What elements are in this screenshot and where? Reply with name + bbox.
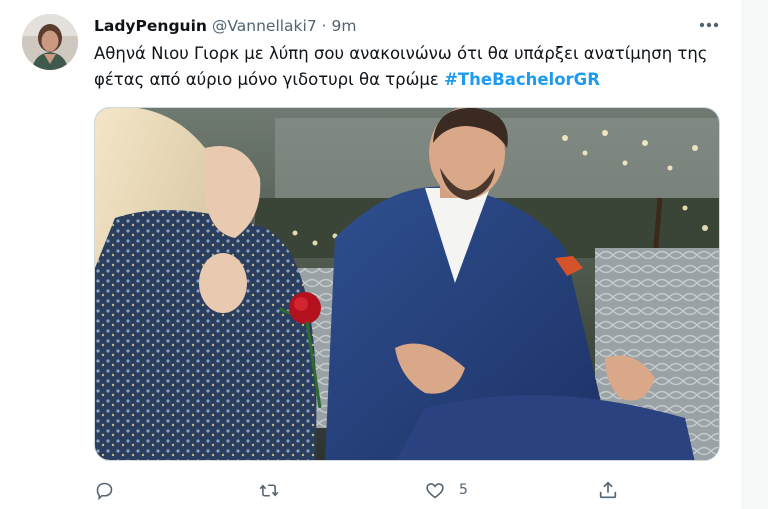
timestamp[interactable]: 9m [332, 17, 357, 35]
like-button[interactable]: 5 [424, 478, 468, 502]
user-handle[interactable]: @Vannellaki7 [212, 17, 317, 35]
tweet-actions: 5 [94, 478, 724, 502]
hashtag-link[interactable]: #TheBachelorGR [444, 70, 600, 89]
reply-button[interactable] [94, 478, 128, 502]
share-button[interactable] [597, 478, 619, 502]
retweet-icon [259, 483, 279, 497]
tweet-text: Αθηνά Νιου Γιορκ με λύπη σου ανακοινώνω … [94, 41, 734, 93]
tweet-text-line-2: φέτας από αύριο μόνο γιδοτυρι θα τρώμε #… [94, 67, 734, 93]
like-icon [426, 482, 444, 498]
tweet-text-line-2-body: φέτας από αύριο μόνο γιδοτυρι θα τρώμε [94, 70, 445, 89]
more-button[interactable] [694, 14, 724, 36]
reply-icon [96, 482, 113, 500]
right-column-edge [743, 0, 768, 509]
more-icon [699, 22, 719, 28]
share-icon [599, 481, 617, 499]
avatar[interactable] [22, 14, 78, 70]
retweet-button[interactable] [258, 478, 293, 502]
like-count: 5 [459, 482, 468, 498]
tweet-card[interactable]: LadyPenguin @Vannellaki7 · 9m Αθηνά Νιου… [0, 0, 742, 509]
display-name[interactable]: LadyPenguin [94, 17, 207, 35]
tweet-header: LadyPenguin @Vannellaki7 · 9m [94, 16, 356, 36]
tv-show-photo [95, 108, 719, 460]
tweet-text-line-1: Αθηνά Νιου Γιορκ με λύπη σου ανακοινώνω … [94, 44, 708, 63]
tweet-image[interactable] [94, 107, 720, 461]
separator-dot: · [321, 17, 327, 35]
